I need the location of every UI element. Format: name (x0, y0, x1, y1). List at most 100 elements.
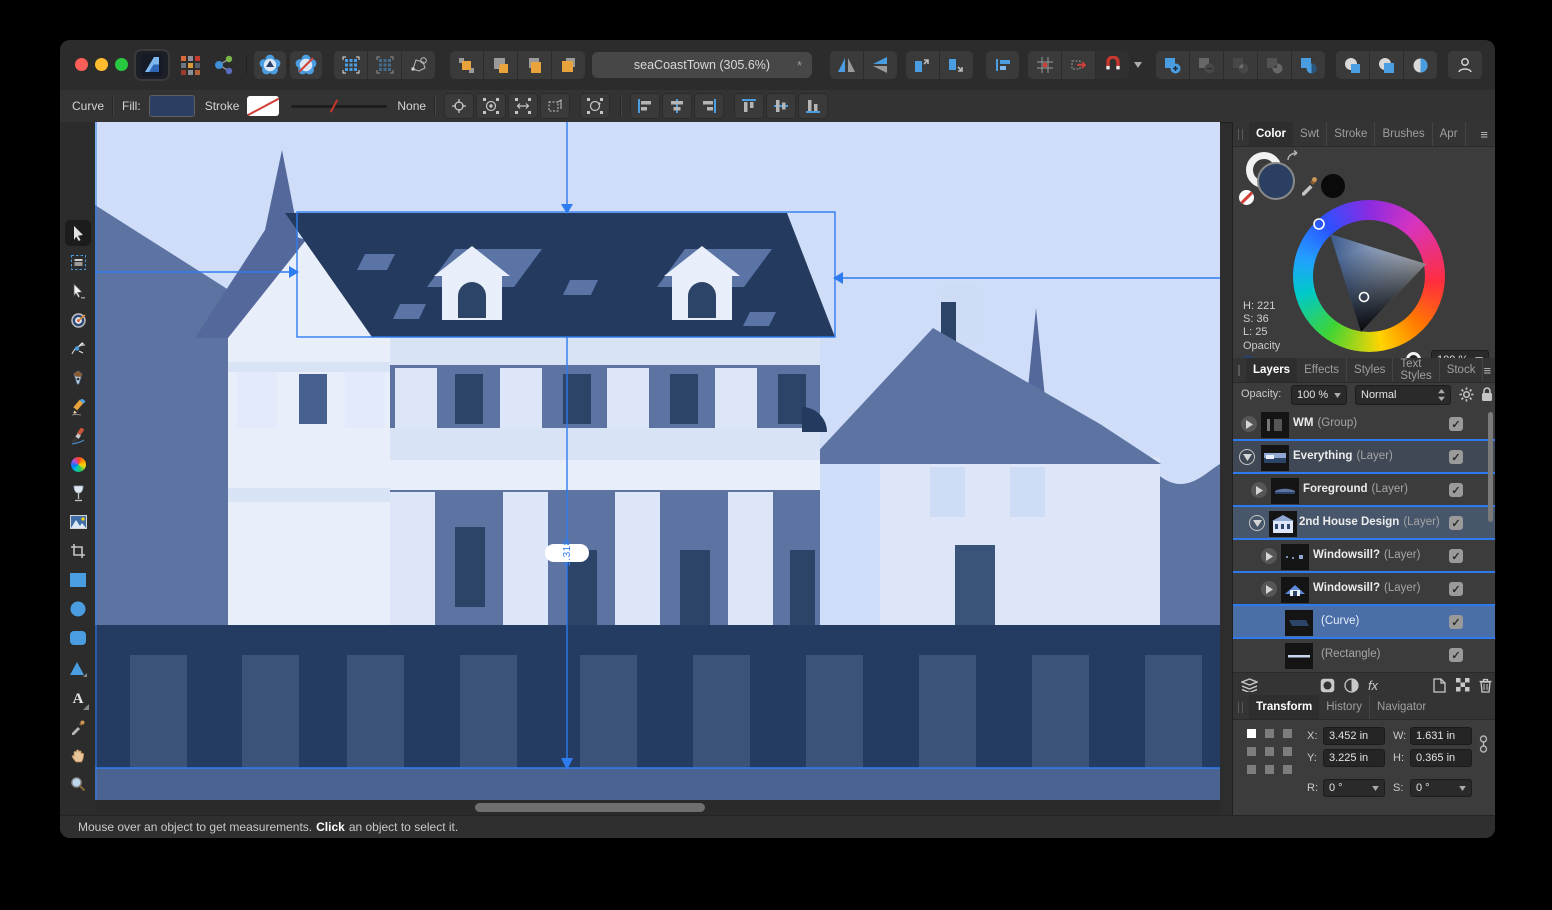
layer-visibility-checkbox[interactable]: ✓ (1449, 582, 1463, 596)
snap-to-midpoints-button[interactable] (508, 93, 538, 119)
fill-color-well[interactable] (1257, 162, 1295, 200)
anchor-bottom-right[interactable] (1283, 765, 1292, 774)
transform-origin-button[interactable] (540, 93, 570, 119)
show-snapping-candidates-button[interactable] (476, 93, 506, 119)
vector-brush-tool[interactable] (65, 423, 91, 449)
h-input[interactable] (1410, 749, 1472, 767)
expand-icon[interactable] (1261, 548, 1277, 564)
layer-visibility-checkbox[interactable]: ✓ (1449, 516, 1463, 530)
layer-row-windowsill-2[interactable]: Windowsill?(Layer) ✓ (1233, 573, 1495, 606)
panel-grip[interactable] (1238, 129, 1243, 140)
flip-horizontal-button[interactable] (830, 51, 863, 79)
align-center-button[interactable] (662, 93, 692, 119)
merge-curves-button[interactable] (1336, 51, 1369, 79)
tab-brushes[interactable]: Brushes (1375, 122, 1432, 146)
snapping-options-caret[interactable] (1132, 51, 1144, 79)
link-dimensions-icon[interactable] (1479, 733, 1488, 761)
tab-stock[interactable]: Stock (1440, 358, 1484, 382)
panel-menu-icon[interactable]: ≡ (1483, 363, 1491, 378)
alignment-button[interactable] (986, 51, 1019, 79)
node-graph-button[interactable] (210, 51, 238, 79)
panel-grip[interactable] (1238, 365, 1240, 376)
pen-tool[interactable] (65, 365, 91, 391)
x-input[interactable] (1323, 727, 1385, 745)
saturation-triangle[interactable] (1293, 200, 1445, 352)
align-right-button[interactable] (694, 93, 724, 119)
rectangle-tool[interactable] (65, 567, 91, 593)
zoom-window-button[interactable] (115, 58, 128, 71)
move-by-whole-pixels-button[interactable] (1062, 51, 1095, 79)
triangle-tool[interactable] (65, 656, 91, 682)
rotate-counterclockwise-button[interactable] (906, 51, 939, 79)
boolean-intersect-button[interactable] (1224, 51, 1257, 79)
layer-row-wm[interactable]: WM(Group) ✓ (1233, 408, 1495, 441)
tab-stroke[interactable]: Stroke (1327, 122, 1375, 146)
move-tool[interactable] (65, 220, 91, 246)
app-logo-button[interactable] (136, 51, 168, 79)
move-to-front-button[interactable] (450, 51, 483, 79)
anchor-middle-left[interactable] (1247, 747, 1256, 756)
layer-stack-button[interactable] (1239, 676, 1259, 694)
expand-icon[interactable] (1241, 416, 1257, 432)
account-button[interactable] (1448, 51, 1482, 79)
canvas[interactable]: 1.318 (95, 122, 1220, 800)
blend-mode-dropdown[interactable]: Normal (1355, 385, 1451, 405)
layer-visibility-checkbox[interactable]: ✓ (1449, 648, 1463, 662)
separate-curves-button[interactable] (1370, 51, 1403, 79)
collapse-icon[interactable] (1239, 449, 1255, 465)
vector-crop-tool[interactable] (65, 538, 91, 564)
move-backward-button[interactable] (518, 51, 551, 79)
align-bottom-button[interactable] (798, 93, 828, 119)
layer-visibility-checkbox[interactable]: ✓ (1449, 450, 1463, 464)
layers-scrollbar[interactable] (1488, 412, 1493, 522)
warp-group-button[interactable] (402, 51, 435, 79)
tab-styles[interactable]: Styles (1347, 358, 1393, 382)
layer-opacity-dropdown[interactable]: 100 % (1291, 385, 1347, 405)
force-pixel-alignment-button[interactable] (1028, 51, 1061, 79)
horizontal-scrollbar[interactable] (475, 803, 705, 812)
transparency-tool[interactable] (65, 480, 91, 506)
tab-transform[interactable]: Transform (1249, 695, 1319, 719)
anchor-middle-right[interactable] (1283, 747, 1292, 756)
anchor-selector[interactable] (1247, 729, 1293, 775)
layer-effects-button[interactable]: fx (1363, 676, 1383, 694)
tab-layers[interactable]: Layers (1246, 358, 1297, 382)
point-transform-tool[interactable] (65, 307, 91, 333)
layer-row-windowsill-1[interactable]: Windowsill?(Layer) ✓ (1233, 540, 1495, 573)
tab-swatches[interactable]: Swt (1293, 122, 1327, 146)
document-title[interactable]: seaCoastTown (305.6%) * (592, 52, 812, 78)
boolean-combine-button[interactable] (1292, 51, 1325, 79)
lock-icon[interactable] (1481, 387, 1493, 402)
designer-persona-button[interactable] (254, 51, 286, 79)
zoom-tool[interactable] (65, 771, 91, 797)
anchor-bottom-left[interactable] (1247, 765, 1256, 774)
layer-visibility-checkbox[interactable]: ✓ (1449, 417, 1463, 431)
artistic-text-tool[interactable]: A (65, 686, 91, 712)
tab-appearance[interactable]: Apr (1433, 122, 1466, 146)
artboard-tool[interactable] (65, 249, 91, 275)
rounded-rectangle-tool[interactable] (65, 625, 91, 651)
layer-row-curve-selected[interactable]: (Curve) ✓ (1233, 606, 1495, 639)
color-picker-tool[interactable] (65, 714, 91, 740)
expand-icon[interactable] (1261, 581, 1277, 597)
pixel-grid-colors-button[interactable] (176, 51, 204, 79)
adjustment-layer-button[interactable] (1341, 676, 1361, 694)
gear-icon[interactable] (1459, 387, 1474, 402)
boolean-subtract-button[interactable] (1190, 51, 1223, 79)
layer-row-2nd-house-design[interactable]: 2nd House Design(Layer) ✓ (1233, 507, 1495, 540)
panel-grip[interactable] (1238, 702, 1243, 713)
align-left-button[interactable] (630, 93, 660, 119)
rotate-clockwise-button[interactable] (940, 51, 973, 79)
close-button[interactable] (75, 58, 88, 71)
minimize-button[interactable] (95, 58, 108, 71)
layer-row-everything[interactable]: Everything(Layer) ✓ (1233, 441, 1495, 474)
fill-mode-button[interactable] (1404, 51, 1437, 79)
pencil-tool[interactable] (65, 394, 91, 420)
picked-color-swatch[interactable] (1321, 174, 1345, 198)
layer-visibility-checkbox[interactable]: ✓ (1449, 549, 1463, 563)
fill-swatch[interactable] (149, 95, 195, 117)
w-input[interactable] (1410, 727, 1472, 745)
boolean-divide-button[interactable] (1258, 51, 1291, 79)
tab-effects[interactable]: Effects (1297, 358, 1347, 382)
cycle-selection-box-button[interactable] (580, 93, 610, 119)
